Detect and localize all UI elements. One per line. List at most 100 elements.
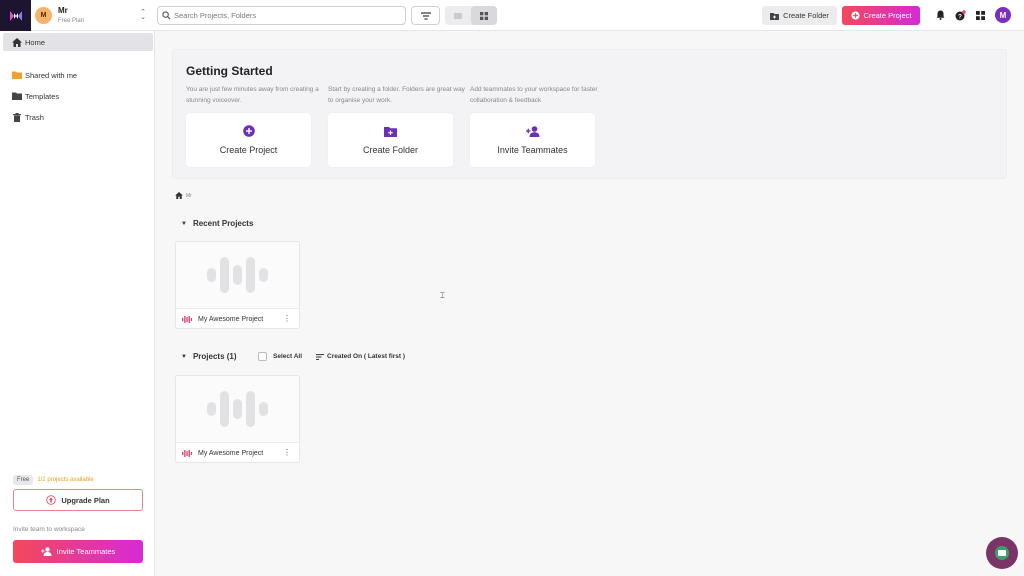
apps-grid-icon [975, 10, 985, 20]
grid-view-button[interactable] [471, 6, 497, 25]
waveform-placeholder-icon [206, 257, 268, 293]
filter-icon [420, 11, 431, 20]
select-all-label[interactable]: Select All [273, 353, 302, 360]
create-project-card[interactable]: Create Project [186, 113, 311, 167]
create-project-description: You are just few minutes away from creat… [186, 86, 319, 104]
apps-button[interactable] [973, 8, 987, 22]
upgrade-plan-label: Upgrade Plan [61, 495, 110, 505]
caret-down-icon: ▼ [181, 220, 187, 227]
more-options-icon[interactable]: ⋮ [283, 448, 291, 457]
text-cursor-icon: ⌶ [440, 291, 445, 300]
list-view-button[interactable] [445, 6, 471, 25]
sidebar-item-label: Templates [25, 91, 60, 101]
recent-projects-header[interactable]: ▼ Recent Projects [181, 219, 253, 228]
add-user-icon [525, 125, 539, 137]
sidebar-item-label: Trash [25, 112, 44, 122]
search-input[interactable] [174, 11, 394, 20]
folder-icon [11, 91, 22, 102]
view-toggle [445, 6, 497, 25]
sidebar: Home Shared with me Templates Trash Free… [0, 31, 155, 576]
upgrade-plan-button[interactable]: Upgrade Plan [13, 489, 143, 511]
sidebar-item-home[interactable]: Home [3, 33, 153, 51]
breadcrumb-current[interactable]: Mr [186, 193, 192, 199]
search-box[interactable] [157, 6, 406, 25]
logo-icon [9, 10, 22, 21]
create-folder-description: Start by creating a folder. Folders are … [328, 86, 465, 104]
project-name: My Awesome Project [198, 450, 264, 457]
getting-started-panel: Getting Started You are just few minutes… [172, 49, 1007, 179]
sidebar-item-trash[interactable]: Trash [3, 108, 153, 126]
workspace-switcher[interactable]: M Mr Free Plan ⌃ ⌄ [35, 4, 150, 27]
project-card-footer: My Awesome Project ⋮ [176, 308, 299, 328]
shared-folder-icon [11, 70, 22, 81]
caret-down-icon: ▼ [181, 353, 187, 360]
sidebar-item-label: Shared with me [25, 70, 78, 80]
plus-circle-icon [850, 11, 860, 20]
create-folder-label: Create Folder [783, 11, 829, 20]
create-project-button[interactable]: Create Project [842, 6, 920, 25]
projects-title: Projects (1) [192, 352, 237, 361]
bell-icon [936, 10, 944, 20]
create-project-label: Create Project [863, 11, 912, 20]
create-folder-card-label: Create Folder [362, 144, 419, 155]
search-icon [162, 11, 171, 20]
home-icon[interactable] [175, 192, 183, 199]
invite-teammates-label: Invite Teammates [56, 547, 116, 556]
help-button[interactable]: ? [953, 8, 967, 22]
sidebar-item-templates[interactable]: Templates [3, 87, 153, 105]
recent-projects-title: Recent Projects [192, 219, 254, 228]
audio-wave-icon [182, 316, 193, 323]
sidebar-item-shared[interactable]: Shared with me [3, 66, 153, 84]
user-avatar[interactable]: M [995, 7, 1011, 23]
chevron-updown-icon: ⌃ ⌄ [140, 9, 146, 21]
breadcrumb: Mr [175, 192, 192, 199]
grid-icon [480, 11, 488, 20]
chat-support-button[interactable] [986, 537, 1018, 569]
invite-teammates-button[interactable]: Invite Teammates [13, 540, 143, 563]
upgrade-arrow-icon [46, 495, 57, 505]
chat-icon [995, 546, 1009, 560]
plan-info: Free 1/2 projects available [13, 475, 94, 485]
getting-started-title: Getting Started [186, 64, 273, 78]
project-thumbnail [176, 376, 299, 442]
create-project-card-label: Create Project [219, 145, 278, 155]
create-folder-button[interactable]: Create Folder [762, 6, 837, 25]
sort-icon [316, 353, 325, 360]
plan-availability: 1/2 projects available [37, 477, 94, 483]
home-icon [11, 37, 22, 48]
project-name: My Awesome Project [198, 316, 264, 323]
sort-dropdown[interactable]: Created On ( Latest first ) [316, 353, 405, 360]
project-card[interactable]: My Awesome Project ⋮ [175, 375, 300, 463]
workspace-avatar: M [35, 7, 52, 24]
sidebar-item-label: Home [25, 37, 46, 47]
app-logo[interactable] [0, 0, 31, 31]
invite-teammates-card-label: Invite Teammates [497, 144, 568, 155]
create-folder-card[interactable]: Create Folder [328, 113, 453, 167]
sort-label: Created On ( Latest first ) [327, 353, 406, 360]
workspace-name: Mr [58, 5, 68, 15]
plan-badge: Free [13, 475, 34, 485]
invite-teammates-description: Add teammates to your workspace for fast… [470, 86, 598, 104]
projects-header[interactable]: ▼ Projects (1) [181, 352, 237, 361]
trash-icon [11, 112, 22, 123]
project-card-footer: My Awesome Project ⋮ [176, 442, 299, 462]
filter-button[interactable] [411, 6, 440, 25]
recent-project-card[interactable]: My Awesome Project ⋮ [175, 241, 300, 329]
select-all-checkbox[interactable] [258, 352, 267, 361]
project-thumbnail [176, 242, 299, 308]
svg-text:?: ? [958, 13, 962, 20]
top-bar: M Mr Free Plan ⌃ ⌄ Search Projects, Fold… [0, 0, 1024, 31]
add-user-icon [40, 547, 52, 556]
help-icon: ? [955, 9, 966, 20]
audio-wave-icon [182, 450, 193, 457]
invite-team-text: Invite team to workspace [13, 526, 85, 533]
more-options-icon[interactable]: ⋮ [283, 314, 291, 323]
workspace-plan: Free Plan [58, 17, 85, 24]
folder-plus-icon [384, 126, 397, 137]
invite-teammates-card[interactable]: Invite Teammates [470, 113, 595, 167]
list-icon [454, 13, 462, 18]
folder-plus-icon [770, 12, 780, 20]
notifications-button[interactable] [933, 8, 947, 22]
waveform-placeholder-icon [206, 391, 268, 427]
projects-toolbar: Select All Created On ( Latest first ) [258, 352, 405, 361]
